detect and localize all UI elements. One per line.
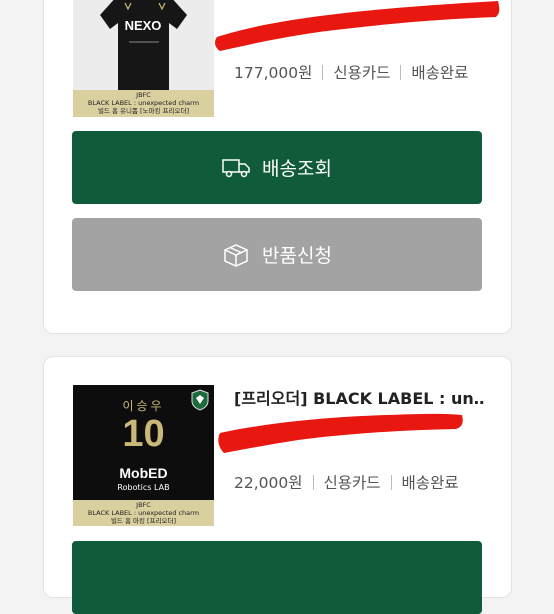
divider [390,474,392,490]
delivery-truck-icon [222,157,250,179]
jersey-shirt-image [100,0,187,93]
product-caption: JBFC BLACK LABEL : unexpected charm 빌드 홈… [73,90,214,117]
price: 177,000원 [234,64,313,82]
caption-line: JBFC [136,91,151,99]
jersey-image: NEXO [73,0,214,93]
order-meta: 177,000원 신용카드 배송완료 [234,61,468,83]
caption-line: 빌드 홈 유니폼 [노마킹 프리오더] [97,107,190,115]
order-card: 이승우 10 MobED Robotics LAB JBFC BLACK LAB… [43,356,512,614]
track-delivery-button[interactable] [72,541,482,614]
product-thumbnail[interactable]: 이승우 10 MobED Robotics LAB JBFC BLACK LAB… [73,385,214,526]
caption-line: 빌드 홈 마킹 [프리오더] [110,517,177,525]
sponsor-name: MobED [119,465,168,481]
player-number: 10 [122,413,165,455]
delivery-status: 배송완료 [411,64,469,82]
order-card: NEXO JBFC BLACK LABEL : unexpected charm… [43,0,512,334]
track-delivery-label: 배송조회 [262,158,332,180]
redaction-mark [215,1,500,51]
request-return-button[interactable]: 반품신청 [72,218,482,291]
divider [400,64,402,80]
delivery-status: 배송완료 [401,474,459,492]
caption-line: BLACK LABEL : unexpected charm [87,509,200,517]
marking-image: 이승우 10 MobED Robotics LAB [73,385,214,503]
payment-method: 신용카드 [323,474,381,492]
price: 22,000원 [234,474,303,492]
club-crest-icon [191,389,209,411]
order-meta: 22,000원 신용카드 배송완료 [234,471,459,493]
product-caption: JBFC BLACK LABEL : unexpected charm 빌드 홈… [73,500,214,526]
jersey-sponsor-text: NEXO [124,18,162,33]
payment-method: 신용카드 [333,64,391,82]
redaction-mark [218,413,463,453]
return-box-icon [222,242,250,268]
caption-line: BLACK LABEL : unexpected charm [87,99,200,107]
sponsor-sub: Robotics LAB [117,483,170,492]
caption-line: JBFC [136,501,151,509]
request-return-label: 반품신청 [262,245,332,267]
track-delivery-button[interactable]: 배송조회 [72,131,482,204]
product-thumbnail[interactable]: NEXO JBFC BLACK LABEL : unexpected charm… [73,0,214,117]
divider [322,64,324,80]
divider [312,474,314,490]
